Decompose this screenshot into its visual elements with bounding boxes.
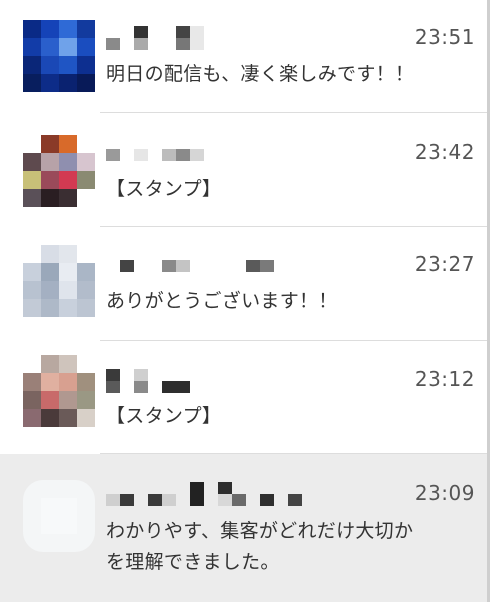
chat-row-selected[interactable]: 23:09 わかりやす、集客がどれだけ大切か を理解できました。 [0,454,487,602]
message-preview: 【スタンプ】 [106,405,222,427]
contact-name-mosaic [106,369,366,393]
contact-name-mosaic [106,147,366,171]
avatar [23,355,95,427]
chat-row[interactable]: 23:12 【スタンプ】 [0,341,487,454]
contact-name-mosaic [106,26,366,50]
message-preview: 【スタンプ】 [106,178,222,200]
avatar [23,20,95,92]
message-preview: 明日の配信も、凄く楽しみです！！ [106,63,415,85]
chat-row[interactable]: 23:42 【スタンプ】 [0,113,487,227]
message-time: 23:09 [414,481,475,505]
contact-name-mosaic [106,258,366,282]
message-time: 23:12 [414,367,475,391]
message-time: 23:51 [414,25,475,49]
chat-row[interactable]: 23:27 ありがとうございます！！ [0,227,487,341]
contact-name-mosaic [106,482,366,506]
avatar [23,245,95,317]
message-time: 23:27 [414,252,475,276]
chat-row[interactable]: 23:51 明日の配信も、凄く楽しみです！！ [0,0,487,113]
chat-list: 23:51 明日の配信も、凄く楽しみです！！ 23:42 【スタンプ】 23:2… [0,0,490,602]
avatar [23,480,95,552]
message-preview: わかりやす、集客がどれだけ大切か を理解できました。 [106,520,414,573]
message-preview: ありがとうございます！！ [106,290,338,312]
avatar [23,135,95,207]
message-time: 23:42 [414,140,475,164]
